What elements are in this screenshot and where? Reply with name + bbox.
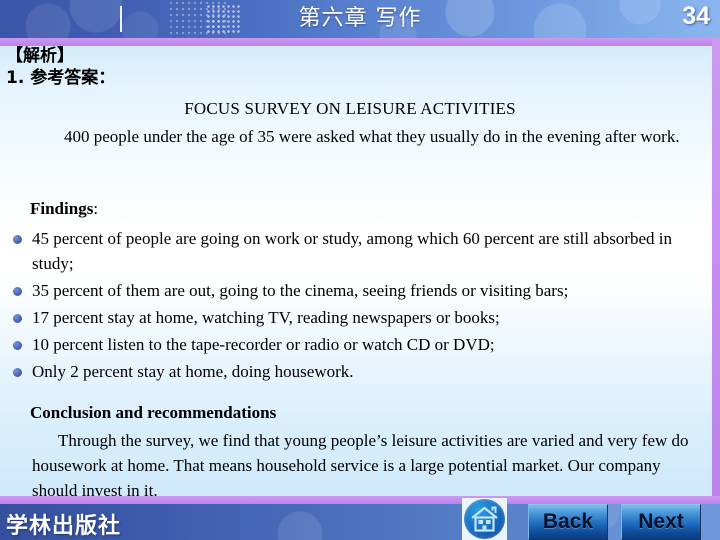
- next-button[interactable]: Next: [621, 504, 701, 540]
- page-number: 34: [682, 2, 710, 30]
- analysis-label: 【解析】: [6, 46, 74, 66]
- bullet-icon: [13, 368, 22, 377]
- home-icon-glyph: [471, 506, 498, 532]
- right-side-strip: [712, 38, 720, 496]
- slide-header: 第六章 写作 34: [0, 0, 720, 38]
- slide: 第六章 写作 34 【解析】 1. 参考答案： FOCUS SURVEY ON …: [0, 0, 720, 540]
- findings-label-colon: :: [93, 199, 99, 218]
- conclusion-paragraph: Through the survey, we find that young p…: [32, 431, 689, 500]
- conclusion-label: Conclusion and recommendations: [30, 403, 277, 422]
- bottom-divider-rule: [0, 496, 720, 504]
- list-item-text: 17 percent stay at home, watching TV, re…: [32, 308, 500, 327]
- findings-label: Findings:: [30, 200, 98, 217]
- list-item: 45 percent of people are going on work o…: [0, 226, 706, 276]
- reference-answer-label: 1. 参考答案：: [6, 68, 116, 88]
- list-item-text: 35 percent of them are out, going to the…: [32, 281, 569, 300]
- list-item-text: 45 percent of people are going on work o…: [32, 229, 672, 273]
- findings-list: 45 percent of people are going on work o…: [0, 226, 706, 386]
- list-item: 35 percent of them are out, going to the…: [0, 278, 706, 303]
- list-item-text: 10 percent listen to the tape-recorder o…: [32, 335, 495, 354]
- home-icon[interactable]: [464, 499, 505, 539]
- list-item-text: Only 2 percent stay at home, doing house…: [32, 362, 354, 381]
- findings-label-text: Findings: [30, 199, 94, 218]
- bullet-icon: [13, 235, 22, 244]
- top-divider-rule: [0, 38, 720, 46]
- publisher-name: 学林出版社: [6, 514, 122, 539]
- home-button[interactable]: [462, 498, 507, 540]
- bullet-icon: [13, 314, 22, 323]
- slide-content: 【解析】 1. 参考答案： FOCUS SURVEY ON LEISURE AC…: [0, 46, 712, 500]
- list-item: 17 percent stay at home, watching TV, re…: [0, 305, 706, 330]
- bullet-icon: [13, 287, 22, 296]
- back-button[interactable]: Back: [528, 504, 608, 540]
- document-title: FOCUS SURVEY ON LEISURE ACTIVITIES: [184, 99, 516, 118]
- page-title: 第六章 写作: [298, 6, 422, 31]
- list-item: Only 2 percent stay at home, doing house…: [0, 359, 706, 384]
- intro-paragraph: 400 people under the age of 35 were aske…: [64, 127, 680, 146]
- slide-footer: 学林出版社: [0, 504, 720, 540]
- bullet-icon: [13, 341, 22, 350]
- list-item: 10 percent listen to the tape-recorder o…: [0, 332, 706, 357]
